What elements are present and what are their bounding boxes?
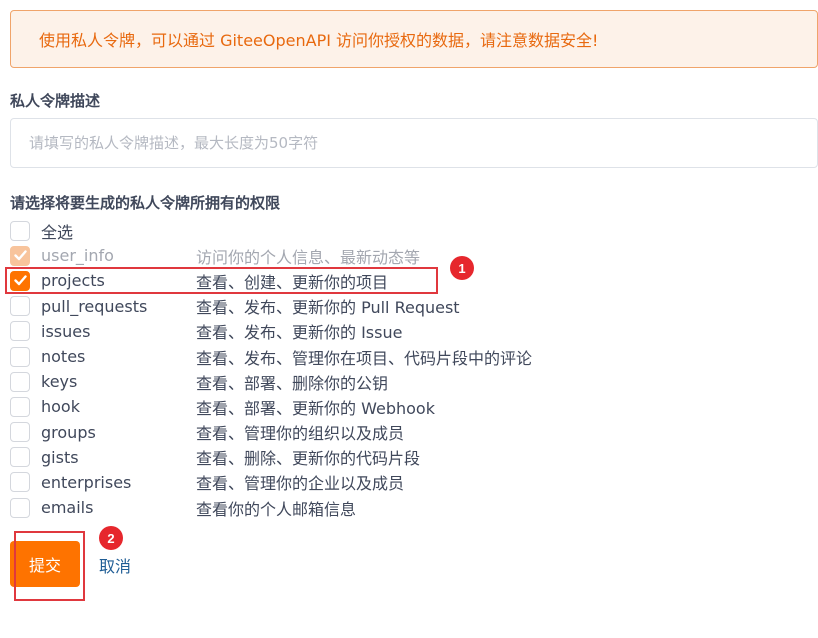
permission-name: pull_requests — [41, 296, 148, 316]
permission-checkbox-emails[interactable] — [10, 497, 30, 518]
permission-name: groups — [41, 422, 96, 442]
permission-row-groups[interactable]: groups 查看、管理你的组织以及成员 — [10, 420, 610, 445]
permission-checkbox-user-info — [10, 245, 30, 266]
permission-description: 访问你的个人信息、最新动态等 — [196, 247, 421, 267]
permission-checkbox-notes[interactable] — [10, 346, 30, 367]
cancel-link[interactable]: 取消 — [99, 553, 131, 577]
permission-checkbox-projects[interactable] — [10, 270, 30, 291]
permission-name: hook — [41, 397, 80, 417]
permission-description: 查看、发布、管理你在项目、代码片段中的评论 — [196, 348, 533, 368]
permission-row-enterprises[interactable]: enterprises 查看、管理你的企业以及成员 — [10, 470, 610, 495]
permissions-list: 全选 user_info 访问你的个人信息、最新动态等 projects 查看、创建、… — [10, 218, 610, 520]
permission-description: 查看、删除、更新你的代码片段 — [196, 449, 421, 469]
security-alert-text: 使用私人令牌，可以通过 GiteeOpenAPI 访问你授权的数据，请注意数据安… — [39, 31, 599, 50]
permission-row-gists[interactable]: gists 查看、删除、更新你的代码片段 — [10, 445, 610, 470]
annotation-marker-2: 2 — [99, 526, 123, 550]
permission-row-keys[interactable]: keys 查看、部署、删除你的公钥 — [10, 369, 610, 394]
permission-description: 查看你的个人邮箱信息 — [196, 499, 357, 519]
select-all-row[interactable]: 全选 — [10, 218, 610, 243]
permission-checkbox-hook[interactable] — [10, 396, 30, 417]
permission-checkbox-gists[interactable] — [10, 447, 30, 468]
permission-description: 查看、管理你的组织以及成员 — [196, 424, 405, 444]
permission-name: issues — [41, 321, 91, 341]
permission-name: enterprises — [41, 472, 132, 492]
select-all-checkbox[interactable] — [10, 220, 30, 241]
permission-description: 查看、管理你的企业以及成员 — [196, 474, 405, 494]
permission-checkbox-enterprises[interactable] — [10, 472, 30, 493]
select-all-label: 全选 — [41, 222, 74, 242]
permission-row-hook[interactable]: hook 查看、部署、更新你的 Webhook — [10, 394, 610, 419]
permission-name: gists — [41, 447, 79, 467]
permission-row-projects[interactable]: projects 查看、创建、更新你的项目 — [10, 268, 610, 293]
permission-checkbox-keys[interactable] — [10, 371, 30, 392]
permission-description: 查看、部署、删除你的公钥 — [196, 373, 389, 393]
security-alert: 使用私人令牌，可以通过 GiteeOpenAPI 访问你授权的数据，请注意数据安… — [10, 10, 818, 68]
permission-name: user_info — [41, 246, 114, 266]
permission-row-emails[interactable]: emails 查看你的个人邮箱信息 — [10, 495, 610, 520]
token-form-page: 使用私人令牌，可以通过 GiteeOpenAPI 访问你授权的数据，请注意数据安… — [0, 0, 818, 638]
permission-description: 查看、发布、更新你的 Issue — [196, 323, 403, 343]
permissions-label: 请选择将要生成的私人令牌所拥有的权限 — [10, 194, 281, 212]
submit-button[interactable]: 提交 — [10, 541, 80, 587]
permission-name: projects — [41, 271, 105, 291]
permission-description: 查看、创建、更新你的项目 — [196, 272, 389, 292]
permission-description: 查看、部署、更新你的 Webhook — [196, 398, 435, 418]
permission-row-pull-requests[interactable]: pull_requests 查看、发布、更新你的 Pull Request — [10, 294, 610, 319]
annotation-marker-1: 1 — [450, 256, 474, 280]
permission-name: emails — [41, 498, 94, 518]
permission-row-issues[interactable]: issues 查看、发布、更新你的 Issue — [10, 319, 610, 344]
permission-checkbox-issues[interactable] — [10, 321, 30, 342]
permission-description: 查看、发布、更新你的 Pull Request — [196, 298, 460, 318]
description-input[interactable] — [10, 118, 818, 168]
description-label: 私人令牌描述 — [10, 92, 101, 110]
permission-name: keys — [41, 372, 78, 392]
permission-checkbox-pull-requests[interactable] — [10, 296, 30, 317]
permission-checkbox-groups[interactable] — [10, 422, 30, 443]
permission-row-user-info: user_info 访问你的个人信息、最新动态等 — [10, 243, 610, 268]
permission-row-notes[interactable]: notes 查看、发布、管理你在项目、代码片段中的评论 — [10, 344, 610, 369]
permission-name: notes — [41, 347, 86, 367]
